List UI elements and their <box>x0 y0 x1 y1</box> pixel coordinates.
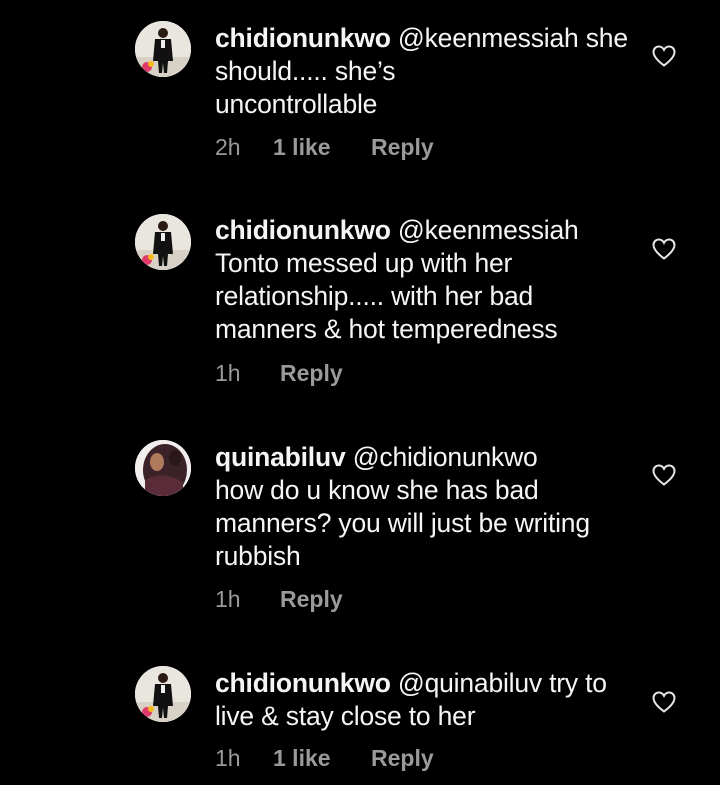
heart-outline-icon[interactable] <box>651 237 677 261</box>
timestamp: 2h <box>215 134 241 160</box>
mention-link[interactable]: @chidionunkwo <box>353 442 538 472</box>
avatar[interactable] <box>135 666 191 722</box>
like-count[interactable]: 1 like <box>273 134 371 161</box>
comment-text-line: relationship..... with her bad <box>215 281 534 311</box>
username[interactable]: chidionunkwo <box>215 668 391 698</box>
comment-text-line: how do u know she has bad <box>215 475 539 505</box>
mention-link[interactable]: @keenmessiah <box>398 215 579 245</box>
timestamp: 1h <box>215 360 241 386</box>
comment-text-line: rubbish <box>215 541 301 571</box>
heart-outline-icon[interactable] <box>651 690 677 714</box>
timestamp: 1h <box>215 745 241 771</box>
avatar-photo <box>135 666 191 722</box>
comment-text-line: Tonto messed up with her <box>215 248 513 278</box>
avatar-photo <box>135 214 191 270</box>
comment-meta: 1h 1 like Reply <box>215 745 434 772</box>
comment-text-line: uncontrollable <box>215 89 378 119</box>
reply-button[interactable]: Reply <box>371 134 434 161</box>
comment-text: chidionunkwo @quinabiluv try to live & s… <box>215 667 635 733</box>
comment-text-line: manners? you will just be writing <box>215 508 590 538</box>
avatar[interactable] <box>135 21 191 77</box>
comment-text-line: live & stay close to her <box>215 701 476 731</box>
comment-text: quinabiluv @chidionunkwo how do u know s… <box>215 441 635 573</box>
mention-link[interactable]: @quinabiluv <box>398 668 542 698</box>
reply-button[interactable]: Reply <box>280 360 343 387</box>
timestamp: 1h <box>215 586 241 612</box>
comment-text-line: try to <box>541 668 607 698</box>
avatar-photo <box>135 21 191 77</box>
avatar[interactable] <box>135 214 191 270</box>
username[interactable]: chidionunkwo <box>215 23 391 53</box>
mention-link[interactable]: @keenmessiah <box>398 23 579 53</box>
username[interactable]: chidionunkwo <box>215 215 391 245</box>
username[interactable]: quinabiluv <box>215 442 346 472</box>
heart-outline-icon[interactable] <box>651 44 677 68</box>
comment-meta: 1h Reply <box>215 586 343 613</box>
comment-meta: 2h 1 like Reply <box>215 134 434 161</box>
comment-meta: 1h Reply <box>215 360 343 387</box>
comment-text: chidionunkwo @keenmessiah Tonto messed u… <box>215 214 635 346</box>
comment-text-line: manners & hot temperedness <box>215 314 558 344</box>
avatar-photo <box>135 440 191 496</box>
like-count[interactable]: 1 like <box>273 745 371 772</box>
avatar[interactable] <box>135 440 191 496</box>
reply-button[interactable]: Reply <box>280 586 343 613</box>
comment-text: chidionunkwo @keenmessiah she should....… <box>215 22 635 121</box>
reply-button[interactable]: Reply <box>371 745 434 772</box>
heart-outline-icon[interactable] <box>651 463 677 487</box>
